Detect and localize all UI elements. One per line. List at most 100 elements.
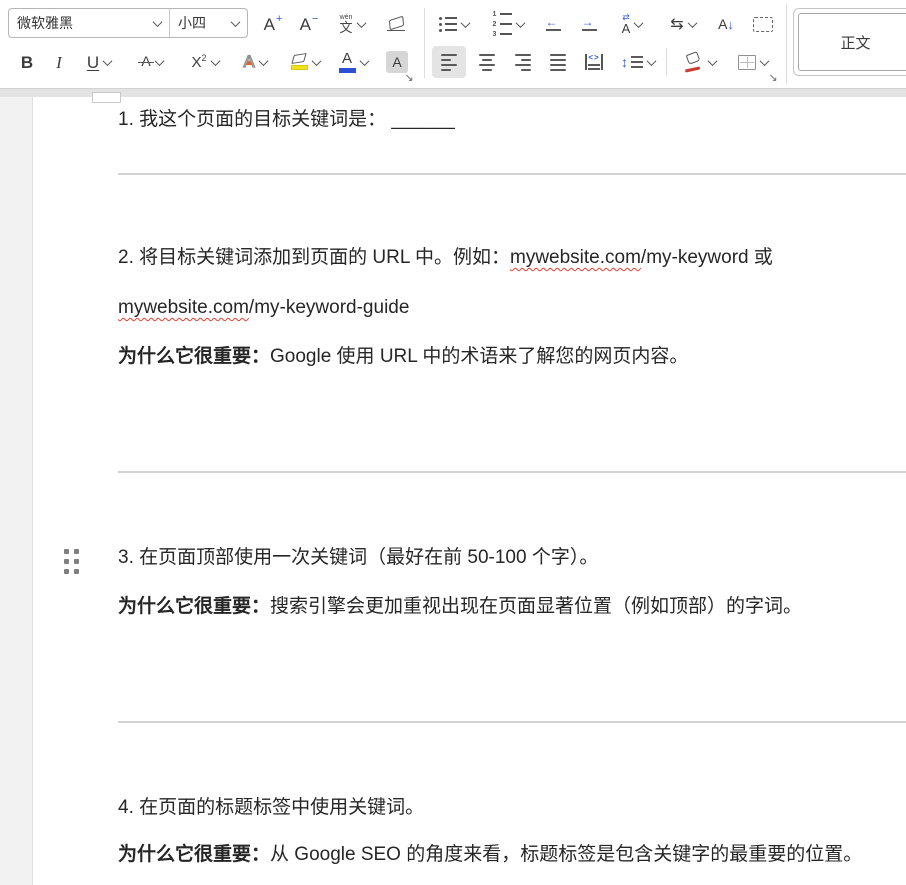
increase-indent-button[interactable]: → bbox=[572, 8, 606, 40]
clear-format-button[interactable] bbox=[378, 8, 414, 40]
distribute-icon: <> bbox=[585, 54, 602, 70]
paragraph-3-why[interactable]: 为什么它很重要：搜索引擎会更加重视出现在页面显著位置（例如顶部）的字词。 bbox=[118, 593, 906, 621]
numbering-icon: 1 2 3 bbox=[492, 11, 512, 38]
select-marquee-icon bbox=[753, 17, 773, 32]
chevron-down-icon bbox=[153, 17, 163, 27]
font-name-combo[interactable]: 微软雅黑 bbox=[9, 9, 169, 37]
paragraph-4-why[interactable]: 为什么它很重要：从 Google SEO 的角度来看，标题标签是包含关键字的最重… bbox=[118, 841, 906, 869]
bullets-icon bbox=[439, 17, 457, 32]
numbering-button[interactable]: 1 2 3 bbox=[484, 8, 532, 40]
chevron-down-icon bbox=[760, 56, 770, 66]
chevron-down-icon bbox=[154, 56, 164, 66]
paragraph-1-text: 1. 我这个页面的目标关键词是： bbox=[118, 109, 391, 130]
strikethrough-icon: A bbox=[141, 53, 150, 71]
line-spacing-button[interactable]: ↕ bbox=[614, 46, 662, 78]
paragraph-1[interactable]: 1. 我这个页面的目标关键词是： ______ bbox=[118, 106, 906, 134]
highlight-icon bbox=[291, 54, 308, 70]
pinyin-guide-button[interactable]: wén 文 bbox=[328, 8, 376, 40]
bullets-button[interactable] bbox=[430, 8, 478, 40]
align-right-button[interactable] bbox=[506, 46, 540, 78]
sort-icon: A bbox=[718, 16, 727, 32]
chevron-down-icon bbox=[210, 56, 220, 66]
align-center-icon bbox=[479, 54, 495, 71]
chevron-down-icon bbox=[461, 18, 471, 28]
horizontal-rule bbox=[118, 471, 906, 473]
italic-button[interactable]: I bbox=[46, 46, 72, 78]
paragraph-drag-handle[interactable] bbox=[64, 549, 79, 574]
horizontal-rule bbox=[118, 721, 906, 723]
chevron-down-icon bbox=[359, 56, 369, 66]
decrease-indent-button[interactable]: ← bbox=[536, 8, 570, 40]
font-size-value: 小四 bbox=[178, 13, 206, 33]
distribute-button[interactable]: <> bbox=[576, 46, 612, 78]
why-important-label: 为什么它很重要： bbox=[118, 844, 270, 865]
horizontal-rule bbox=[118, 173, 906, 175]
chevron-down-icon bbox=[258, 56, 268, 66]
text-effects-icon: A bbox=[243, 53, 254, 72]
sort-button[interactable]: A ↓ bbox=[708, 8, 744, 40]
document-canvas[interactable]: 1. 我这个页面的目标关键词是： ______ 2. 将目标关键词添加到页面的 … bbox=[0, 97, 906, 885]
font-size-combo[interactable]: 小四 bbox=[169, 9, 247, 37]
page-left-margin bbox=[0, 97, 33, 885]
page-top-marker bbox=[92, 92, 121, 103]
bold-button[interactable]: B bbox=[14, 46, 40, 78]
font-name-value: 微软雅黑 bbox=[17, 13, 73, 33]
word-processor-app: 微软雅黑 小四 A + A − wén 文 bbox=[0, 0, 906, 885]
chevron-down-icon bbox=[708, 56, 718, 66]
dialog-launcher-icon[interactable]: ↘ bbox=[402, 70, 416, 84]
strikethrough-button[interactable]: A bbox=[130, 46, 174, 78]
justify-button[interactable] bbox=[541, 46, 575, 78]
justify-icon bbox=[550, 54, 566, 71]
highlight-button[interactable] bbox=[282, 46, 328, 78]
paragraph-2-line-2[interactable]: mywebsite.com/my-keyword-guide bbox=[118, 294, 906, 322]
font-color-button[interactable]: A bbox=[330, 46, 376, 78]
superscript-icon: X bbox=[191, 55, 201, 70]
shading-bucket-icon bbox=[684, 53, 704, 72]
ribbon-toolbar: 微软雅黑 小四 A + A − wén 文 bbox=[0, 0, 906, 88]
chevron-down-icon bbox=[634, 18, 644, 28]
group-separator bbox=[666, 48, 667, 76]
paragraph-4-line-1[interactable]: 4. 在页面的标题标签中使用关键词。 bbox=[118, 794, 906, 822]
line-spacing-icon: ↕ bbox=[621, 55, 643, 69]
align-center-button[interactable] bbox=[470, 46, 504, 78]
character-scale-button[interactable]: ⇄ A bbox=[608, 8, 656, 40]
style-gallery: 正文 bbox=[793, 8, 906, 76]
misspelled-word: mywebsite.com bbox=[118, 297, 249, 318]
chevron-down-icon bbox=[356, 18, 366, 28]
grow-font-icon: A bbox=[264, 16, 275, 33]
font-combo-group: 微软雅黑 小四 bbox=[8, 8, 248, 38]
asian-layout-button[interactable]: ⇆ bbox=[660, 8, 706, 40]
decrease-indent-icon: ← bbox=[546, 17, 561, 31]
chevron-down-icon bbox=[311, 56, 321, 66]
paragraph-3-line-1[interactable]: 3. 在页面顶部使用一次关键词（最好在前 50-100 个字）。 bbox=[118, 544, 906, 572]
align-left-button[interactable] bbox=[432, 46, 466, 78]
clear-format-eraser-icon bbox=[387, 18, 405, 31]
ribbon-document-divider bbox=[0, 88, 906, 97]
borders-icon bbox=[738, 55, 756, 70]
chevron-down-icon bbox=[231, 17, 241, 27]
superscript-button[interactable]: X 2 bbox=[182, 46, 228, 78]
chevron-down-icon bbox=[687, 18, 697, 28]
align-left-icon bbox=[441, 54, 457, 71]
paragraph-2-line-1[interactable]: 2. 将目标关键词添加到页面的 URL 中。例如：mywebsite.com/m… bbox=[118, 244, 906, 272]
chevron-down-icon bbox=[516, 18, 526, 28]
pinyin-guide-icon: wén 文 bbox=[339, 14, 352, 34]
why-important-label: 为什么它很重要： bbox=[118, 596, 270, 617]
align-right-icon bbox=[515, 54, 531, 71]
text-effects-button[interactable]: A bbox=[232, 46, 278, 78]
dialog-launcher-icon[interactable]: ↘ bbox=[766, 70, 780, 84]
misspelled-word: mywebsite.com bbox=[510, 247, 641, 268]
bold-icon: B bbox=[21, 54, 33, 71]
shading-bucket-button[interactable] bbox=[676, 46, 724, 78]
style-normal-item[interactable]: 正文 bbox=[798, 13, 906, 71]
increase-indent-icon: → bbox=[582, 17, 597, 31]
grow-font-button[interactable]: A + bbox=[256, 8, 290, 40]
chevron-down-icon bbox=[647, 56, 657, 66]
fill-in-blank: ______ bbox=[391, 109, 454, 130]
select-marquee-button[interactable] bbox=[746, 8, 780, 40]
font-color-icon: A bbox=[339, 51, 356, 73]
underline-button[interactable]: U bbox=[78, 46, 120, 78]
paragraph-2-why[interactable]: 为什么它很重要：Google 使用 URL 中的术语来了解您的网页内容。 bbox=[118, 343, 906, 371]
character-scale-icon: ⇄ A bbox=[622, 13, 631, 35]
shrink-font-button[interactable]: A − bbox=[292, 8, 326, 40]
